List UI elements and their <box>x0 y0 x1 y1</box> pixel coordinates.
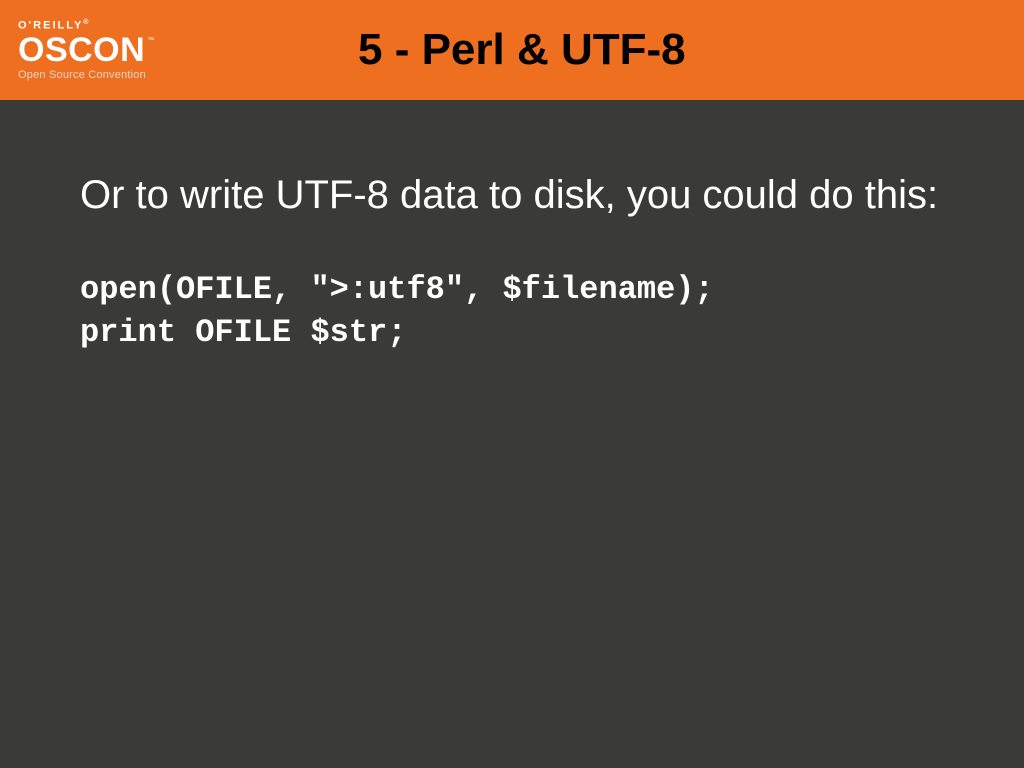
slide-body: Or to write UTF-8 data to disk, you coul… <box>0 100 1024 354</box>
slide-title: 5 - Perl & UTF-8 <box>248 25 1024 75</box>
brand-publisher: O'REILLY® <box>18 19 248 32</box>
code-block: open(OFILE, ">:utf8", $filename); print … <box>80 268 964 354</box>
slide: O'REILLY® OSCON ™ Open Source Convention… <box>0 0 1024 768</box>
brand-tagline: Open Source Convention <box>18 69 248 81</box>
header-bar: O'REILLY® OSCON ™ Open Source Convention… <box>0 0 1024 100</box>
oscon-logo: O'REILLY® OSCON ™ Open Source Convention <box>0 19 248 82</box>
brand-main-text: OSCON <box>18 33 145 67</box>
brand-publisher-text: O'REILLY <box>18 19 83 31</box>
registered-icon: ® <box>83 19 90 26</box>
trademark-icon: ™ <box>147 37 155 44</box>
brand-main: OSCON ™ <box>18 33 248 67</box>
body-paragraph: Or to write UTF-8 data to disk, you coul… <box>80 170 964 220</box>
